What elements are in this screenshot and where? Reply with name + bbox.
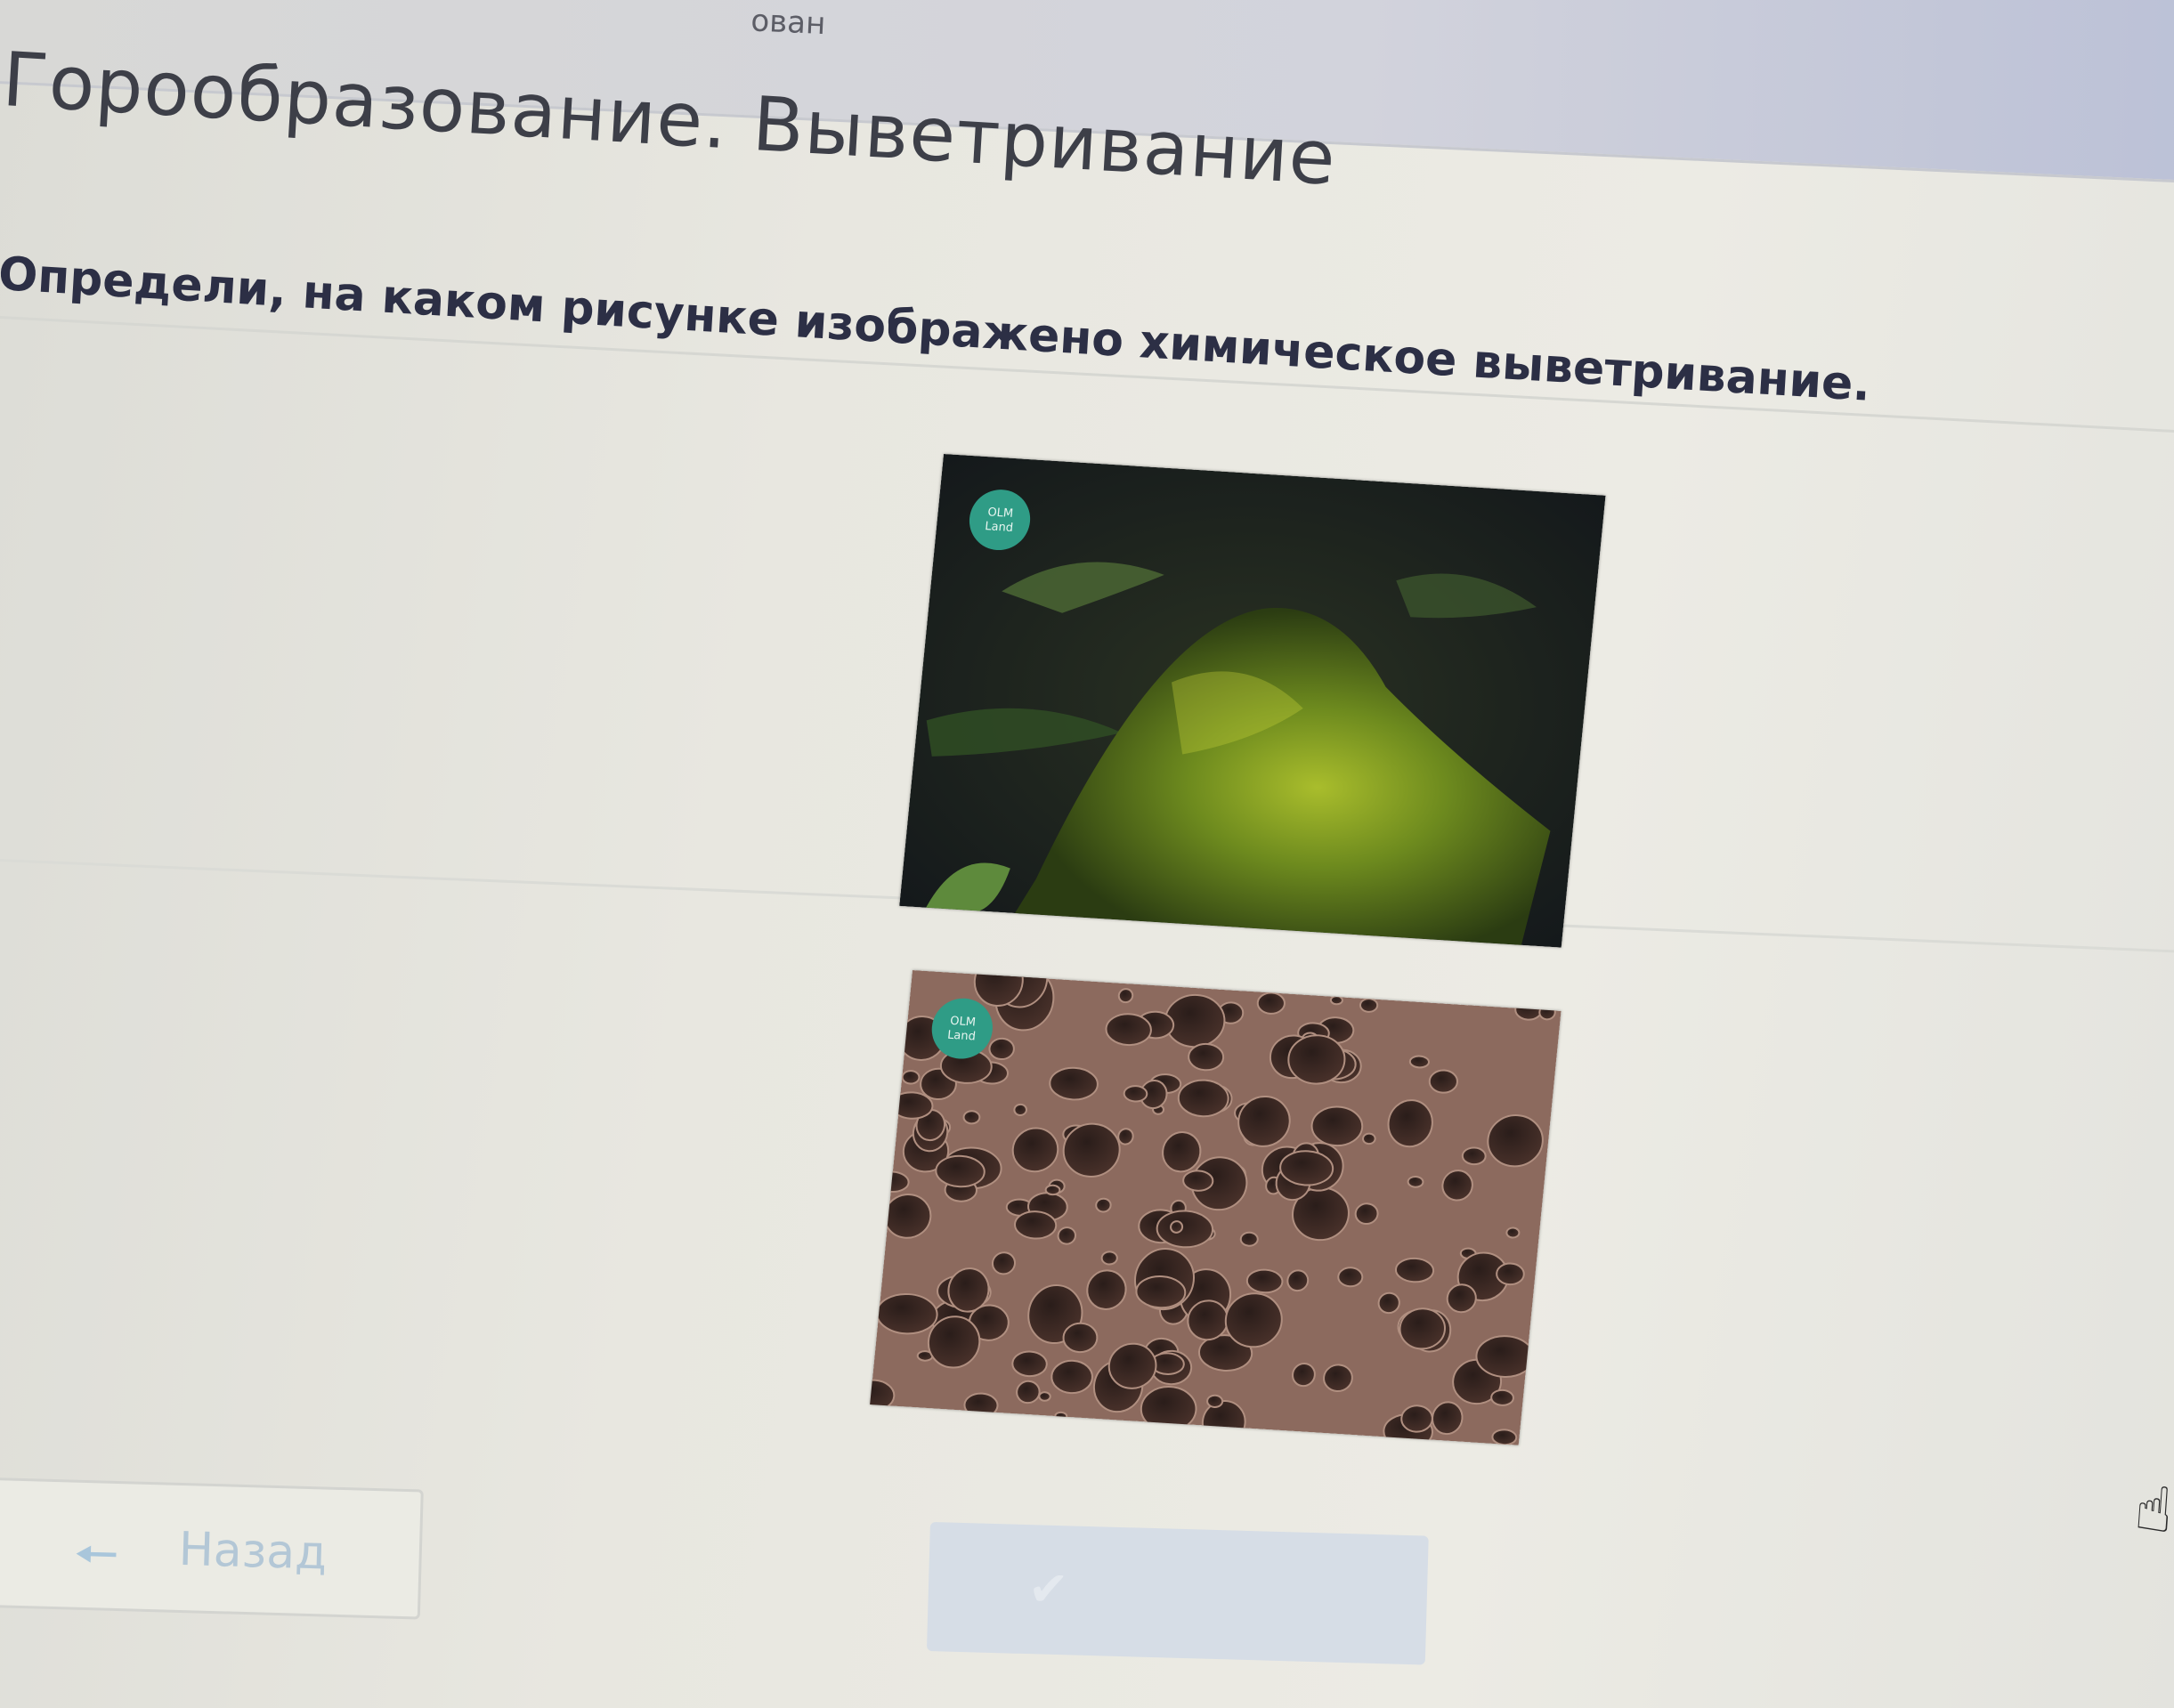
rock-pore xyxy=(1256,992,1286,1015)
rock-pore xyxy=(1038,1391,1051,1402)
rock-pore xyxy=(1239,1231,1259,1247)
rock-pore xyxy=(1123,1085,1148,1103)
rock-pore xyxy=(1117,1128,1134,1145)
question-text: Определи, на каком рисунке изображено хи… xyxy=(0,247,1872,412)
rock-pore xyxy=(1505,1226,1521,1239)
rock-pore xyxy=(1514,999,1543,1021)
rock-pore xyxy=(1206,1394,1224,1408)
rock-pore xyxy=(1362,1132,1376,1145)
rock-pore xyxy=(1329,995,1343,1006)
answer-option-porous-rock-image[interactable]: OLM Land xyxy=(870,970,1562,1445)
screen: ован Горообразование. Выветривание Опред… xyxy=(0,0,2174,1708)
rock-pore xyxy=(1117,988,1134,1004)
rock-pore xyxy=(1337,1267,1364,1288)
rock-pore xyxy=(962,1110,981,1125)
rock-pore xyxy=(991,1251,1017,1275)
logo-text-line-1: OLM xyxy=(987,506,1014,521)
rock-pore xyxy=(1057,1226,1077,1245)
rock-pore xyxy=(901,1070,921,1085)
rock-pore xyxy=(988,1037,1015,1061)
rock-pore xyxy=(1491,1429,1518,1445)
rock-pore xyxy=(1286,1269,1310,1292)
rock-pore xyxy=(1407,1175,1424,1188)
rock-pore xyxy=(1408,1055,1431,1069)
arrow-left-icon: 🠔 xyxy=(72,1523,120,1586)
rock-pore xyxy=(1354,1202,1379,1226)
checkmark-icon: ✔ xyxy=(1027,1560,1070,1618)
logo-text-line-2: Land xyxy=(985,520,1014,535)
rock-pore xyxy=(1013,1103,1027,1117)
rock-pore xyxy=(1461,1146,1487,1166)
back-button-label: Назад xyxy=(177,1522,329,1581)
rock-pore xyxy=(1054,1411,1068,1421)
rock-pore xyxy=(1538,1004,1556,1021)
rock-pore xyxy=(1359,998,1379,1013)
rock-pore xyxy=(1100,1251,1118,1266)
topbar-partial-text: ован xyxy=(750,3,827,43)
hand-pointer-cursor-icon: ☝ xyxy=(2132,1471,2174,1548)
rock-pore xyxy=(1428,1069,1458,1094)
rock-pore xyxy=(1170,1220,1184,1234)
rock-pore xyxy=(1496,1262,1525,1286)
rock-pore xyxy=(1490,1388,1514,1406)
rock-pore xyxy=(1095,1197,1112,1213)
logo-text-line-2: Land xyxy=(946,1029,976,1044)
logo-text-line-1: OLM xyxy=(950,1015,977,1030)
rock-pore xyxy=(1377,1291,1400,1315)
back-button[interactable]: 🠔 Назад xyxy=(0,1477,424,1620)
answer-option-moss-image[interactable]: OLM Land xyxy=(899,454,1606,948)
check-answer-button[interactable]: ✔ xyxy=(926,1522,1429,1665)
rock-pore xyxy=(1044,1184,1061,1196)
